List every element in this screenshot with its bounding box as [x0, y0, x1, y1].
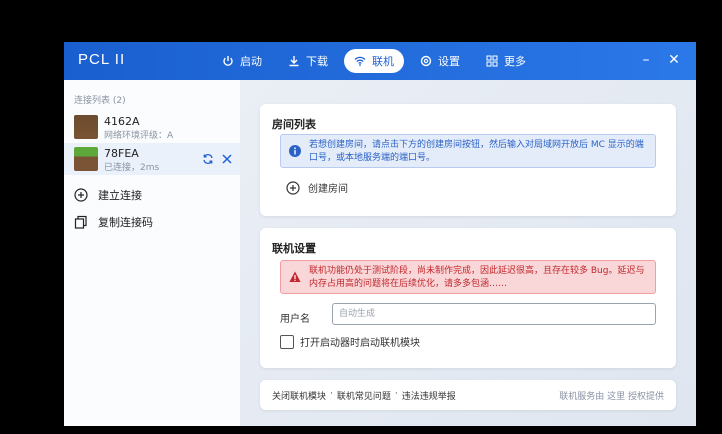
room-list-card: 房间列表 若想创建房间，请点击下方的创建房间按钮，然后输入对局域网开放后 MC … — [260, 104, 676, 216]
action-label: 复制连接码 — [98, 216, 153, 229]
nav-settings[interactable]: 设置 — [410, 49, 470, 73]
copy-connection-code-button[interactable]: 复制连接码 — [74, 213, 153, 231]
connection-status: 已连接，2ms — [104, 163, 160, 173]
minimize-button[interactable]: – — [638, 52, 654, 68]
connection-item-selected[interactable]: 78FEA 已连接，2ms — [64, 143, 240, 175]
sidebar: 连接列表 (2) 4162A 网络环境评级：A 78FEA 已连接，2ms 建立… — [64, 80, 240, 426]
footer-links: 关闭联机模块 · 联机常见问题 · 违法违规举报 — [272, 389, 456, 402]
nav-label: 联机 — [372, 55, 394, 68]
app-title: PCL II — [78, 51, 126, 68]
connection-status: 网络环境评级：A — [104, 131, 174, 141]
footer-bar: 关闭联机模块 · 联机常见问题 · 违法违规举报 联机服务由 这里 授权提供 — [260, 380, 676, 410]
nav-label: 启动 — [240, 55, 262, 68]
refresh-icon[interactable] — [202, 153, 214, 165]
username-input[interactable]: 自动生成 — [332, 303, 656, 325]
service-credit: 联机服务由 这里 授权提供 — [559, 392, 664, 402]
info-banner: 若想创建房间，请点击下方的创建房间按钮，然后输入对局域网开放后 MC 显示的端口… — [280, 134, 656, 168]
connection-name: 78FEA — [104, 147, 139, 160]
faq-link[interactable]: 联机常见问题 — [337, 389, 391, 402]
info-icon — [289, 145, 301, 157]
warning-banner: 联机功能仍处于测试阶段，尚未制作完成，因此延迟很高，且存在较多 Bug。延迟与内… — [280, 260, 656, 294]
username-label: 用户名 — [280, 314, 310, 325]
gear-icon — [420, 55, 432, 67]
nav-multiplayer[interactable]: 联机 — [344, 49, 404, 73]
report-link[interactable]: 违法违规举报 — [402, 389, 456, 402]
disconnect-icon[interactable] — [221, 153, 233, 165]
autostart-label: 打开启动器时启动联机模块 — [300, 338, 420, 349]
action-label: 建立连接 — [98, 189, 142, 202]
title-bar: PCL II 启动 下载 联机 设置 更多 – ✕ — [64, 42, 696, 80]
copy-icon — [74, 215, 87, 229]
warning-text: 联机功能仍处于测试阶段，尚未制作完成，因此延迟很高，且存在较多 Bug。延迟与内… — [309, 266, 645, 289]
connection-item[interactable]: 4162A 网络环境评级：A — [64, 111, 240, 143]
footer-separator: · — [394, 389, 398, 399]
close-module-link[interactable]: 关闭联机模块 — [272, 389, 326, 402]
nav-more[interactable]: 更多 — [476, 49, 536, 73]
download-icon — [289, 56, 299, 67]
autostart-option[interactable]: 打开启动器时启动联机模块 — [280, 334, 420, 349]
main-content: 房间列表 若想创建房间，请点击下方的创建房间按钮，然后输入对局域网开放后 MC … — [240, 80, 696, 426]
warning-icon — [289, 271, 301, 282]
top-nav: 启动 下载 联机 设置 更多 — [212, 49, 536, 73]
autostart-checkbox[interactable] — [280, 334, 294, 349]
nav-label: 下载 — [306, 55, 328, 68]
power-icon — [223, 56, 233, 66]
plus-circle-icon — [286, 180, 300, 195]
footer-separator: · — [330, 389, 333, 399]
card-title: 房间列表 — [272, 118, 316, 131]
connection-name: 4162A — [104, 115, 140, 128]
multiplayer-settings-card: 联机设置 联机功能仍处于测试阶段，尚未制作完成，因此延迟很高，且存在较多 Bug… — [260, 228, 676, 368]
create-room-label: 创建房间 — [308, 184, 348, 195]
card-title: 联机设置 — [272, 242, 316, 255]
grid-icon — [486, 55, 498, 67]
close-button[interactable]: ✕ — [666, 52, 682, 68]
create-connection-button[interactable]: 建立连接 — [74, 186, 142, 204]
grass-block-icon — [74, 147, 98, 171]
launcher-window: PCL II 启动 下载 联机 设置 更多 – ✕ 连接列表 (2) 4162A… — [64, 42, 696, 426]
nav-download[interactable]: 下载 — [278, 49, 338, 73]
connection-list-label: 连接列表 (2) — [74, 96, 126, 106]
nav-label: 设置 — [438, 55, 460, 68]
grass-block-icon — [74, 115, 98, 139]
nav-label: 更多 — [504, 55, 526, 68]
plus-circle-icon — [74, 188, 88, 202]
create-room-button[interactable]: 创建房间 — [286, 180, 348, 195]
info-text: 若想创建房间，请点击下方的创建房间按钮，然后输入对局域网开放后 MC 显示的端口… — [309, 140, 644, 163]
wifi-icon — [354, 56, 366, 66]
nav-launch[interactable]: 启动 — [212, 49, 272, 73]
